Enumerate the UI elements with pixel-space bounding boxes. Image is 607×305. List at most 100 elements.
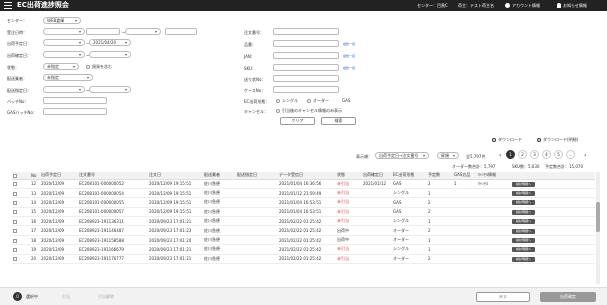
header-select-all[interactable]: [12, 172, 30, 180]
detail-button[interactable]: 検討明細へ: [512, 247, 536, 253]
detail-button[interactable]: 検討明細へ: [512, 228, 536, 234]
detail-button[interactable]: 検討明細へ: [512, 256, 536, 262]
row-select-cell[interactable]: [12, 179, 30, 189]
carrier-select[interactable]: 未指定: [43, 74, 93, 81]
cancel-option-label: 引当後のキャンセル情報のみ表示: [282, 108, 342, 113]
item-multi-link[interactable]: 複数一括: [343, 42, 355, 46]
cell-status: 出荷中: [336, 225, 362, 236]
order-time-from[interactable]: [86, 28, 120, 35]
ec-type-gas-label: GAS: [342, 98, 351, 103]
row-select-cell[interactable]: [12, 244, 30, 255]
delivery-date-from[interactable]: [43, 86, 85, 93]
confirm-ship-button[interactable]: 出荷確定: [540, 292, 596, 302]
row-checkbox[interactable]: [13, 191, 17, 196]
center-select[interactable]: WEB倉庫: [43, 17, 81, 24]
detail-button[interactable]: 検討明細へ: [512, 209, 536, 215]
backorder-checkbox[interactable]: [86, 65, 90, 69]
direction-select[interactable]: 昇順: [437, 152, 459, 159]
row-checkbox[interactable]: [13, 257, 17, 262]
table-row[interactable]: 13 2020/12/09 EC208101-000000054 2020/12/09…: [12, 188, 595, 199]
batch-input[interactable]: [43, 97, 107, 104]
page-button-1[interactable]: 1: [506, 150, 515, 159]
ec-type-radio-single[interactable]: [276, 99, 280, 103]
order-no-input[interactable]: [273, 28, 339, 35]
ship-confirm-from[interactable]: [43, 51, 85, 58]
clear-button[interactable]: クリア: [280, 117, 315, 125]
table-row[interactable]: 18 2020/12/09 EC208923-191158588 2020/09/23…: [12, 235, 595, 246]
cancel-checkbox[interactable]: [276, 109, 280, 113]
row-checkbox[interactable]: [13, 182, 17, 187]
sku-multi-link[interactable]: 複数一括: [343, 66, 355, 70]
cell-carrier: 佐川急便: [203, 235, 236, 246]
sku-input[interactable]: [273, 64, 339, 71]
ec-type-order-label: オーダー: [313, 98, 329, 103]
row-select-cell[interactable]: [12, 225, 30, 236]
table-row[interactable]: 15 2020/12/09 EC208101-000000057 2020/12/09…: [12, 207, 595, 218]
notice-button[interactable]: お知らせ情報: [557, 3, 587, 8]
table-scrollbar-thumb[interactable]: [596, 202, 600, 232]
cell-confirm-date: [362, 235, 392, 246]
table-scrollbar[interactable]: [596, 172, 600, 284]
jan-multi-link[interactable]: 複数一括: [343, 54, 355, 58]
display-order-select[interactable]: 出荷予定日→注文番号: [375, 152, 429, 159]
jan-input[interactable]: [273, 52, 339, 59]
delivery-date-to[interactable]: [89, 86, 131, 93]
next-page-icon[interactable]: ›: [584, 153, 586, 159]
ship-confirm-to[interactable]: [89, 51, 131, 58]
table-row[interactable]: 12 2020/12/09 EC208101-000000052 2020/12/09…: [12, 179, 595, 189]
sku-label: SKU：: [244, 66, 256, 71]
table-row[interactable]: 20 2020/12/09 EC208923-191176777 2020/09/23…: [12, 254, 595, 265]
table-row[interactable]: 16 2020/12/09 EC208923-191136311 2020/09/23…: [12, 216, 595, 227]
prev-page-icon[interactable]: ‹: [499, 153, 501, 159]
page-button-3[interactable]: 3: [530, 150, 539, 159]
row-select-cell[interactable]: [12, 197, 30, 208]
row-select-cell[interactable]: [12, 216, 30, 227]
ship-plan-from[interactable]: [43, 39, 85, 46]
case-input[interactable]: [273, 86, 339, 93]
row-checkbox[interactable]: [13, 210, 17, 215]
ec-type-radio-order[interactable]: [307, 99, 311, 103]
row-select-cell[interactable]: [12, 188, 30, 199]
table-row[interactable]: 14 2020/12/09 EC208101-000000055 2020/12/09…: [12, 197, 595, 208]
back-button[interactable]: 戻る: [476, 292, 530, 302]
page-button-more[interactable]: ...: [566, 150, 575, 159]
search-button[interactable]: 検索: [321, 117, 356, 125]
tracking-input[interactable]: [273, 75, 339, 82]
page-button-5[interactable]: 5: [554, 150, 563, 159]
detail-button[interactable]: 検討明細へ: [512, 238, 536, 244]
table-row[interactable]: 19 2020/12/09 EC208923-191166679 2020/09/23…: [12, 244, 595, 255]
row-checkbox[interactable]: [13, 247, 17, 252]
gas-batch-input[interactable]: [43, 108, 107, 115]
ship-plan-to[interactable]: 2021/04/20: [89, 39, 131, 46]
detail-button[interactable]: 検討明細へ: [512, 181, 536, 187]
row-checkbox[interactable]: [13, 200, 17, 205]
allocate-action[interactable]: 引当: [62, 294, 70, 299]
cell-cancel: [477, 244, 511, 255]
row-select-cell[interactable]: [12, 254, 30, 265]
row-select-cell[interactable]: [12, 207, 30, 218]
cell-carrier: 佐川急便: [203, 179, 236, 189]
cell-order-no: EC208923-191136311: [78, 216, 148, 227]
order-date-from[interactable]: [43, 28, 85, 35]
cell-gas: [453, 207, 477, 218]
detail-button[interactable]: 検討明細へ: [512, 219, 536, 225]
deallocate-action[interactable]: 引当解除: [98, 294, 114, 299]
detail-button[interactable]: 検討明細へ: [512, 200, 536, 206]
row-checkbox[interactable]: [13, 238, 17, 243]
row-checkbox[interactable]: [13, 219, 17, 224]
page-button-2[interactable]: 2: [518, 150, 527, 159]
download-button[interactable]: ダウンロード: [492, 137, 522, 142]
menu-icon[interactable]: [4, 2, 12, 9]
status-select[interactable]: 未指定: [43, 63, 79, 70]
detail-button[interactable]: 検討明細へ: [512, 191, 536, 197]
select-all-checkbox[interactable]: [13, 173, 17, 178]
row-select-cell[interactable]: [12, 235, 30, 246]
row-checkbox[interactable]: [13, 229, 17, 234]
table-row[interactable]: 17 2020/12/09 EC208923-191146487 2020/09/23…: [12, 225, 595, 236]
order-date-to[interactable]: [125, 28, 161, 35]
order-time-to[interactable]: [165, 28, 197, 35]
item-input[interactable]: [273, 40, 339, 47]
page-button-4[interactable]: 4: [542, 150, 551, 159]
account-button[interactable]: アカウント情報: [505, 3, 540, 8]
download-detail-button[interactable]: ダウンロード(明細): [537, 137, 578, 142]
